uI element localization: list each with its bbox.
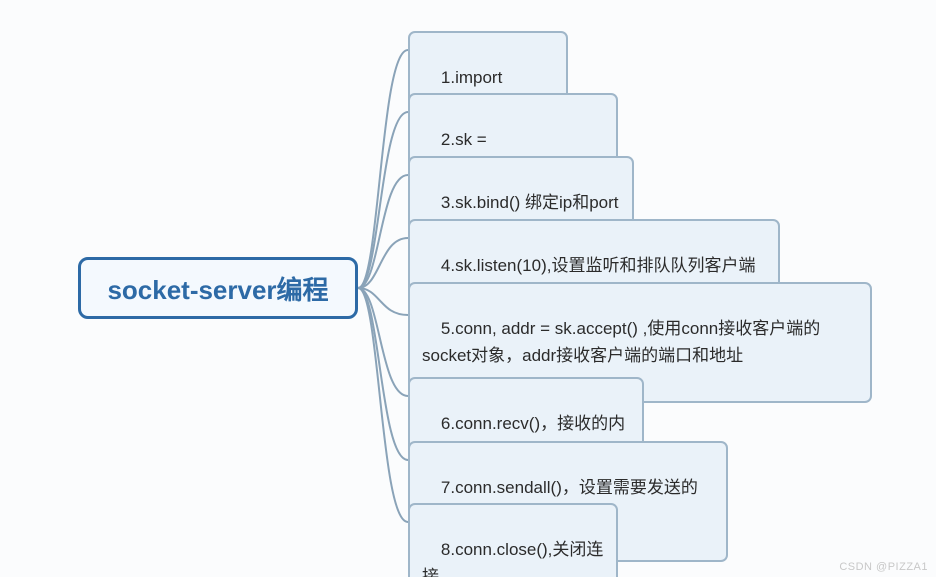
mindmap-canvas: socket-server编程 1.import socket 2.sk = s… bbox=[0, 0, 936, 577]
mindmap-child-node[interactable]: 8.conn.close(),关闭连接 bbox=[408, 503, 618, 577]
mindmap-child-label: 5.conn, addr = sk.accept() ,使用conn接收客户端的… bbox=[422, 319, 820, 364]
mindmap-root-node[interactable]: socket-server编程 bbox=[78, 257, 358, 319]
watermark-text: CSDN @PIZZA1 bbox=[839, 561, 928, 573]
mindmap-child-label: 3.sk.bind() 绑定ip和port bbox=[441, 193, 619, 212]
mindmap-child-label: 8.conn.close(),关闭连接 bbox=[422, 540, 603, 577]
mindmap-root-label: socket-server编程 bbox=[107, 270, 328, 307]
